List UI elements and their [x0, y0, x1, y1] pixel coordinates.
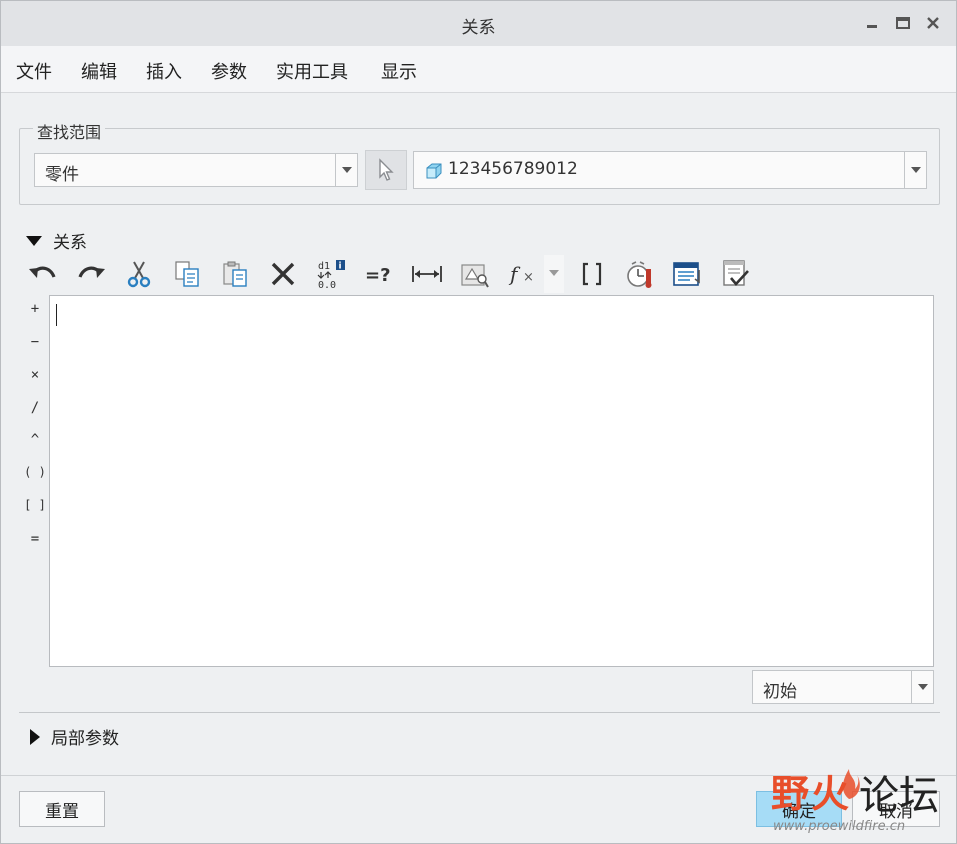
operator-minus-button[interactable]: − — [23, 334, 47, 350]
operator-multiply-button[interactable]: × — [23, 367, 47, 383]
select-model-button[interactable] — [365, 150, 407, 190]
scope-select[interactable]: 零件 — [34, 153, 358, 187]
menu-utilities[interactable]: 实用工具 — [276, 58, 348, 84]
watermark-brand: 野火 — [771, 772, 852, 816]
close-button[interactable] — [922, 12, 944, 34]
insert-function-icon: f × — [508, 262, 534, 286]
operator-parentheses-button[interactable]: ( ) — [23, 465, 47, 479]
sort-relations-button[interactable] — [670, 255, 706, 293]
chevron-down-icon[interactable] — [335, 154, 357, 186]
operator-brackets-button[interactable]: [ ] — [23, 498, 47, 512]
part-cube-icon — [426, 163, 442, 179]
menu-file[interactable]: 文件 — [16, 58, 52, 84]
menu-insert[interactable]: 插入 — [146, 58, 182, 84]
relations-status-value: 初始 — [763, 682, 797, 702]
verify-relations-button[interactable] — [622, 255, 658, 293]
maximize-icon — [896, 17, 910, 29]
copy-button[interactable] — [169, 255, 205, 293]
menu-parameters[interactable]: 参数 — [211, 58, 247, 84]
svg-text:i: i — [339, 262, 342, 272]
minimize-button[interactable] — [861, 12, 883, 34]
paste-icon — [223, 261, 247, 287]
svg-text:f: f — [508, 262, 521, 286]
verify-relations-icon — [627, 261, 652, 288]
title-bar[interactable]: 关系 — [1, 1, 956, 46]
relations-dialog: 关系 文件 编辑 插入 参数 实用工具 显示 查找范围 零件 123456789… — [0, 0, 957, 844]
show-dimension-button[interactable] — [409, 255, 445, 293]
svg-text:0.0: 0.0 — [318, 280, 336, 290]
reset-button[interactable]: 重置 — [19, 791, 105, 827]
sort-relations-icon — [673, 262, 700, 286]
operator-divide-button[interactable]: / — [23, 400, 47, 416]
relations-section-label: 关系 — [53, 233, 87, 253]
svg-text:×: × — [523, 270, 534, 285]
operator-plus-button[interactable]: + — [23, 301, 47, 317]
relations-toolbar: d1 i 0.0 =? f × — [25, 255, 765, 293]
local-params-section-header[interactable]: 局部参数 — [29, 724, 119, 749]
check-relations-button[interactable] — [718, 255, 754, 293]
watermark-url: www.proewildfire.cn — [773, 819, 906, 834]
switch-dimensions-button[interactable]: d1 i 0.0 — [313, 255, 349, 293]
window-title: 关系 — [461, 18, 496, 38]
svg-text:=?: =? — [365, 265, 391, 286]
undo-icon — [29, 266, 56, 278]
insert-parentheses-button[interactable] — [574, 255, 610, 293]
watermark-logo: 野火 论坛 www.proewildfire.cn — [771, 761, 951, 841]
text-caret — [56, 304, 57, 326]
minimize-icon — [867, 25, 877, 28]
menu-bar: 文件 编辑 插入 参数 实用工具 显示 — [1, 46, 956, 93]
svg-text:d1: d1 — [318, 261, 330, 272]
close-icon — [927, 17, 939, 29]
relations-section-header[interactable]: 关系 — [25, 228, 87, 253]
cut-button[interactable] — [121, 255, 157, 293]
cut-icon — [127, 261, 151, 288]
redo-button[interactable] — [73, 255, 109, 293]
copy-icon — [175, 261, 199, 287]
insert-parentheses-icon — [582, 262, 602, 286]
operator-power-button[interactable]: ^ — [23, 432, 47, 448]
chevron-down-icon — [549, 270, 559, 276]
evaluate-button[interactable]: =? — [361, 255, 397, 293]
section-divider — [19, 712, 940, 713]
redo-icon — [78, 266, 105, 278]
insert-parameter-icon — [461, 264, 489, 288]
pointer-arrow-icon — [379, 158, 394, 181]
undo-button[interactable] — [25, 255, 61, 293]
insert-parameter-button[interactable] — [457, 255, 493, 293]
function-dropdown-button[interactable] — [544, 255, 564, 293]
check-relations-icon — [723, 260, 749, 286]
local-params-section-label: 局部参数 — [51, 729, 119, 749]
delete-button[interactable] — [265, 255, 301, 293]
scope-select-value: 零件 — [45, 165, 79, 185]
operator-equals-button[interactable]: = — [23, 531, 47, 547]
evaluate-icon: =? — [365, 265, 391, 286]
delete-icon — [271, 262, 295, 286]
chevron-down-icon[interactable] — [904, 152, 926, 188]
watermark-forum: 论坛 — [859, 773, 939, 819]
collapsed-triangle-icon — [30, 728, 40, 745]
model-select[interactable]: 123456789012 — [413, 151, 927, 189]
chevron-down-icon[interactable] — [911, 671, 933, 703]
relations-editor[interactable] — [49, 295, 934, 667]
paste-button[interactable] — [217, 255, 253, 293]
menu-edit[interactable]: 编辑 — [81, 58, 117, 84]
menu-display[interactable]: 显示 — [381, 58, 417, 84]
model-select-value: 123456789012 — [448, 159, 578, 179]
insert-function-button[interactable]: f × — [505, 255, 541, 293]
switch-dimensions-icon: d1 i 0.0 — [317, 260, 345, 290]
search-scope-label: 查找范围 — [33, 119, 106, 143]
maximize-button[interactable] — [892, 12, 914, 34]
relations-status-select[interactable]: 初始 — [752, 670, 934, 704]
show-dimension-icon — [412, 266, 442, 282]
expanded-triangle-icon — [26, 235, 42, 246]
